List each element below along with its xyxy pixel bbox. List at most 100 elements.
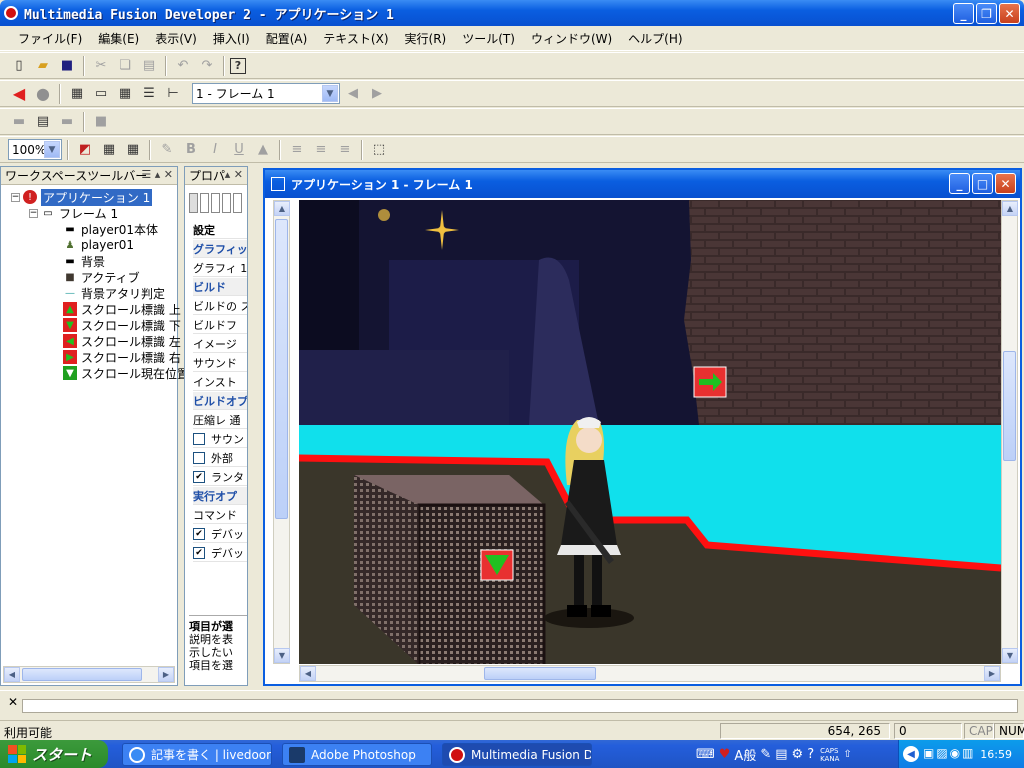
collapse-icon[interactable]: − (11, 192, 20, 202)
tree-item[interactable]: ♟ player01 (63, 237, 134, 253)
tree-item[interactable]: ▬ 背景 (63, 253, 105, 269)
color-icon[interactable]: ▲ (252, 139, 274, 161)
tree-item[interactable]: ▲ スクロール標識 上 (63, 301, 181, 317)
ime-tool-icon[interactable]: ✎ (760, 747, 771, 762)
previous-frame-icon[interactable]: ◀ (342, 83, 364, 105)
property-row[interactable]: グラフィ 16 (193, 259, 247, 277)
ime-dictionary-icon[interactable]: ▤ (775, 747, 787, 762)
property-checkbox-row[interactable]: ✔ ランタ (193, 468, 247, 486)
tab-settings[interactable] (189, 193, 198, 213)
tree-item[interactable]: ▬ player01本体 (63, 221, 158, 237)
menu-run[interactable]: 実行(R) (397, 30, 455, 47)
property-row[interactable]: ビルドの ス (193, 297, 247, 315)
property-category[interactable]: ビルドオプ (193, 392, 247, 410)
property-row[interactable]: サウンド (193, 354, 247, 372)
close-button[interactable]: ✕ (999, 3, 1020, 24)
zoom-select[interactable]: 100% ▼ (8, 139, 62, 160)
keyboard-icon[interactable]: ⌨ (696, 747, 715, 762)
tab-runtime[interactable] (200, 193, 209, 213)
taskbar-item-photoshop[interactable]: Adobe Photoshop (282, 743, 432, 766)
property-checkbox-row[interactable]: サウン (193, 430, 247, 448)
tab-events[interactable] (222, 193, 231, 213)
comment-icon[interactable]: ▬ (8, 111, 30, 133)
property-row[interactable]: 圧縮レ 通 (193, 411, 247, 429)
scroll-up-icon[interactable]: ▲ (274, 201, 290, 216)
ime-settings-icon[interactable]: ⚙ (792, 747, 804, 762)
ime-menu-icon[interactable]: ⇧ (843, 749, 851, 760)
menu-help[interactable]: ヘルプ(H) (620, 30, 690, 47)
tab-values[interactable] (211, 193, 220, 213)
ime-mode[interactable]: A般 (734, 745, 756, 764)
property-row[interactable]: コマンド (193, 506, 247, 524)
tree-node-app[interactable]: − ! アプリケーション 1 (11, 188, 153, 206)
menu-text[interactable]: テキスト(X) (315, 30, 396, 47)
align-right-icon[interactable]: ≡ (334, 139, 356, 161)
font-icon[interactable]: ✎ (156, 139, 178, 161)
menu-insert[interactable]: 挿入(I) (205, 30, 258, 47)
tray-icons[interactable]: ▣▨◉▥ (923, 746, 975, 760)
tree-item[interactable]: — 背景アタリ判定 (63, 285, 165, 301)
next-frame-icon[interactable]: ▶ (366, 83, 388, 105)
minimize-button[interactable]: _ (953, 3, 974, 24)
scroll-left-icon[interactable]: ◀ (4, 667, 20, 682)
scroll-right-icon[interactable]: ▶ (158, 667, 174, 682)
checkbox[interactable] (193, 432, 205, 445)
panel-controls[interactable]: ☰ ▴ ✕ (141, 168, 173, 181)
frame-canvas[interactable] (299, 200, 1001, 664)
tree-node-frame[interactable]: − ▭ フレーム 1 (29, 205, 118, 221)
taskbar-item-mmf2[interactable]: Multimedia Fusion D... (442, 743, 592, 766)
frame-select[interactable]: 1 - フレーム 1 ▼ (192, 83, 340, 104)
stop-run-icon[interactable]: ■ (90, 111, 112, 133)
close-icon[interactable]: ✕ (8, 695, 18, 709)
scroll-down-icon[interactable]: ▼ (1002, 648, 1018, 663)
taskbar-item-browser[interactable]: 記事を書く | livedoor ... (122, 743, 272, 766)
checkbox-checked[interactable]: ✔ (193, 470, 205, 483)
align-left-icon[interactable]: ≡ (286, 139, 308, 161)
bold-icon[interactable]: B (180, 139, 202, 161)
checkbox-checked[interactable]: ✔ (193, 527, 205, 540)
output-field[interactable] (22, 699, 1018, 713)
tree-item[interactable]: ▶ スクロール標識 右 (63, 349, 181, 365)
frame-hscroll[interactable]: ◀ ▶ (299, 665, 1001, 682)
cut-icon[interactable]: ✂ (90, 55, 112, 77)
new-file-icon[interactable]: ▯ (8, 55, 30, 77)
save-icon[interactable]: ■ (56, 55, 78, 77)
ime-logo-icon[interactable]: ♥ (719, 747, 731, 762)
property-category[interactable]: 実行オプ (193, 487, 247, 505)
copy-icon[interactable]: ❏ (114, 55, 136, 77)
tray-expand-icon[interactable]: ◀ (903, 746, 919, 762)
align-center-icon[interactable]: ≡ (310, 139, 332, 161)
scroll-thumb[interactable] (22, 668, 142, 681)
property-checkbox-row[interactable]: ✔ デバッ (193, 525, 247, 543)
property-row[interactable]: 設定 (193, 221, 247, 239)
italic-icon[interactable]: I (204, 139, 226, 161)
help-icon[interactable]: ? (230, 57, 246, 74)
stop-icon[interactable]: ● (32, 83, 54, 105)
property-row[interactable]: インスト (193, 373, 247, 391)
left-vscroll[interactable]: ▲ ▼ (273, 200, 290, 664)
property-row[interactable]: イメージ (193, 335, 247, 353)
redo-icon[interactable]: ↷ (196, 55, 218, 77)
menu-arrange[interactable]: 配置(A) (258, 30, 316, 47)
tree-item[interactable]: ■ アクティブ (63, 269, 139, 285)
menu-file[interactable]: ファイル(F) (10, 30, 90, 47)
scroll-right-icon[interactable]: ▶ (984, 666, 1000, 681)
ime-help-icon[interactable]: ? (807, 747, 814, 762)
scroll-left-icon[interactable]: ◀ (300, 666, 316, 681)
paste-icon[interactable]: ▤ (138, 55, 160, 77)
clock[interactable]: 16:59 (980, 748, 1012, 761)
frame-minimize-button[interactable]: _ (949, 173, 970, 194)
scroll-down-icon[interactable]: ▼ (274, 648, 290, 663)
chevron-down-icon[interactable]: ▼ (44, 141, 60, 158)
grid-setup-icon[interactable]: ◩ (74, 139, 96, 161)
menu-tools[interactable]: ツール(T) (454, 30, 523, 47)
back-icon[interactable]: ◀ (8, 83, 30, 105)
checkbox-checked[interactable]: ✔ (193, 546, 205, 559)
scroll-thumb[interactable] (484, 667, 596, 680)
undo-icon[interactable]: ↶ (172, 55, 194, 77)
restore-button[interactable]: ❐ (976, 3, 997, 24)
menu-window[interactable]: ウィンドウ(W) (523, 30, 620, 47)
scroll-thumb[interactable] (1003, 351, 1016, 461)
collapse-icon[interactable]: − (29, 208, 38, 218)
property-checkbox-row[interactable]: ✔ デバッ (193, 544, 247, 562)
